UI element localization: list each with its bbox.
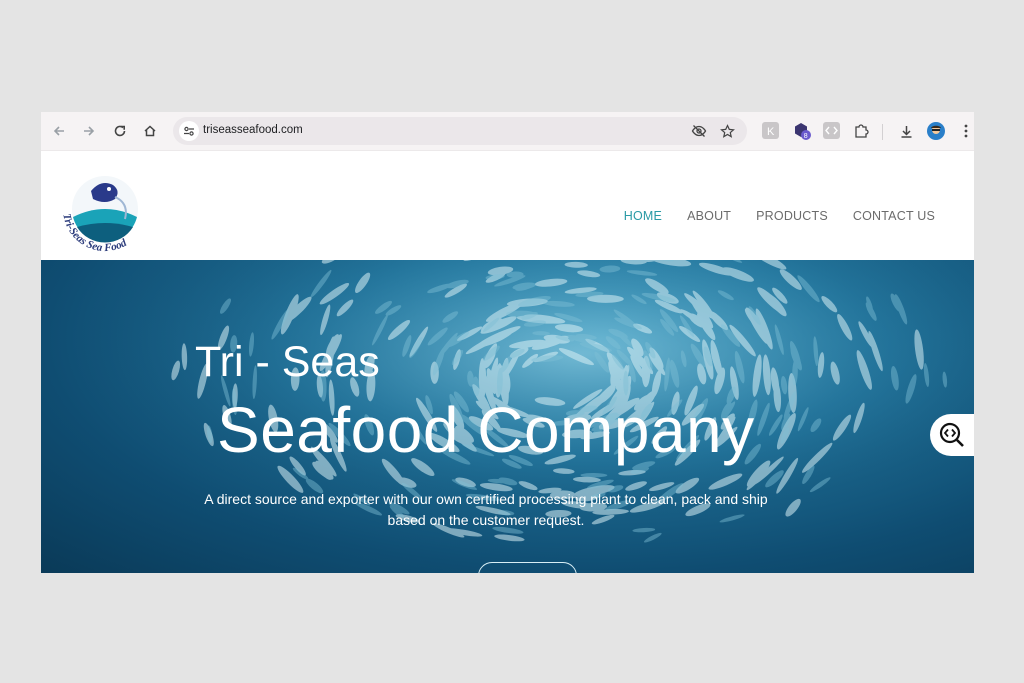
svg-text:K: K <box>767 126 775 138</box>
hero-title-line2: Seafood Company <box>217 394 755 466</box>
browser-toolbar: triseasseafood.com K 8 <box>41 112 974 151</box>
hero-title-line1: Tri - Seas <box>195 338 380 386</box>
downloads-button[interactable] <box>896 121 916 141</box>
extension-code-icon[interactable] <box>823 122 840 139</box>
url-text[interactable]: triseasseafood.com <box>203 124 303 136</box>
arrow-right-icon <box>84 126 95 136</box>
extension-badge: 8 <box>804 133 808 140</box>
magnifier-code-icon <box>939 422 964 447</box>
main-nav: HOME ABOUT PRODUCTS CONTACT US <box>624 209 935 223</box>
extension-hexagon-icon[interactable]: 8 <box>793 122 811 140</box>
profile-avatar[interactable] <box>926 121 946 141</box>
extension-k-icon[interactable]: K <box>762 122 779 139</box>
code-search-button[interactable] <box>930 414 974 456</box>
forward-button[interactable] <box>79 121 99 141</box>
back-button[interactable] <box>49 121 69 141</box>
get-started-button[interactable]: GET STARTED <box>478 562 577 573</box>
nav-about[interactable]: ABOUT <box>687 209 731 223</box>
site-logo[interactable]: Tri-Seas Sea Food <box>55 165 155 257</box>
hero-description: A direct source and exporter with our ow… <box>204 491 768 528</box>
site-header: Tri-Seas Sea Food HOME ABOUT PRODUCTS CO… <box>41 151 974 260</box>
arrow-left-icon <box>53 126 64 136</box>
download-icon <box>901 125 911 138</box>
site-info-icon[interactable] <box>179 121 199 141</box>
star-bookmark-icon[interactable] <box>717 121 737 141</box>
nav-products[interactable]: PRODUCTS <box>756 209 828 223</box>
nav-home[interactable]: HOME <box>624 209 662 223</box>
extensions-puzzle-button[interactable] <box>851 121 871 141</box>
eye-off-icon[interactable] <box>689 121 709 141</box>
home-button[interactable] <box>140 121 160 141</box>
reload-button[interactable] <box>110 121 130 141</box>
browser-menu-button[interactable] <box>956 121 974 141</box>
home-icon <box>144 125 156 137</box>
toolbar-divider <box>882 124 883 140</box>
nav-contact-us[interactable]: CONTACT US <box>853 209 935 223</box>
reload-icon <box>114 125 126 137</box>
puzzle-icon <box>855 124 869 138</box>
browser-window: triseasseafood.com K 8 Tri-Seas Sea Food… <box>41 112 974 573</box>
avatar-icon <box>927 122 945 140</box>
kebab-menu-icon <box>964 124 968 138</box>
hero-section: Tri - Seas Seafood Company A direct sour… <box>41 260 974 573</box>
address-bar[interactable]: triseasseafood.com <box>173 117 747 145</box>
